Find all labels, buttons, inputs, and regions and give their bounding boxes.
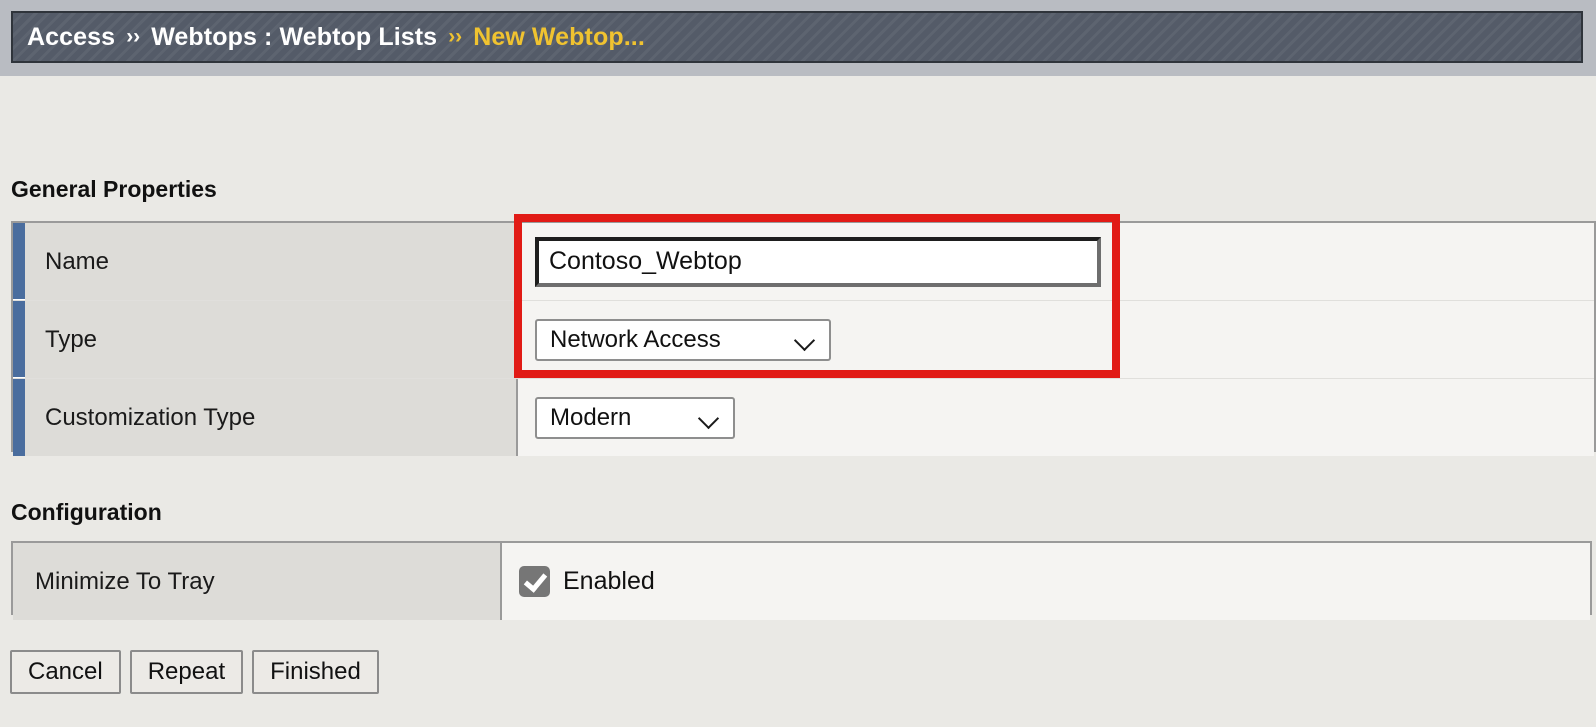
chevron-down-icon <box>795 333 817 346</box>
row-label-customization-type: Customization Type <box>25 379 518 456</box>
row-value-customization-type: Modern <box>518 379 1594 456</box>
checkmark-icon[interactable] <box>519 566 550 597</box>
breadcrumb: Access ›› Webtops : Webtop Lists ›› New … <box>11 11 1583 63</box>
minimize-to-tray-checkbox-label: Enabled <box>563 567 655 595</box>
breadcrumb-separator: ›› <box>126 25 141 48</box>
row-value-type: Network Access <box>518 301 1594 378</box>
row-accent-bar <box>13 301 25 378</box>
minimize-to-tray-checkbox-group[interactable]: Enabled <box>519 566 655 597</box>
section-title-general-properties: General Properties <box>11 176 217 202</box>
type-select-value: Network Access <box>550 325 721 353</box>
type-select[interactable]: Network Access <box>535 318 831 361</box>
row-label-minimize-to-tray: Minimize To Tray <box>13 543 502 620</box>
general-properties-table: Name Type Network Access Customization T… <box>11 221 1596 456</box>
configuration-table: Minimize To Tray Enabled <box>11 541 1592 620</box>
breadcrumb-header: Access ›› Webtops : Webtop Lists ›› New … <box>0 0 1596 76</box>
row-accent-bar <box>13 223 25 300</box>
table-row: Minimize To Tray Enabled <box>13 543 1590 620</box>
breadcrumb-separator: ›› <box>448 25 463 48</box>
breadcrumb-item-new-webtop: New Webtop... <box>473 22 645 51</box>
table-row: Type Network Access <box>13 301 1594 379</box>
row-label-name: Name <box>25 223 518 300</box>
breadcrumb-item-webtop-lists[interactable]: Webtops : Webtop Lists <box>151 23 437 52</box>
row-label-type: Type <box>25 301 518 378</box>
breadcrumb-item-access[interactable]: Access <box>27 23 115 52</box>
row-value-minimize-to-tray: Enabled <box>502 543 1590 620</box>
finished-button[interactable]: Finished <box>252 650 379 694</box>
cancel-button[interactable]: Cancel <box>10 650 121 694</box>
name-input[interactable] <box>535 236 1101 287</box>
chevron-down-icon <box>699 411 721 424</box>
customization-type-select-value: Modern <box>550 403 632 431</box>
button-bar: Cancel Repeat Finished <box>10 650 379 694</box>
customization-type-select[interactable]: Modern <box>535 396 735 439</box>
row-value-name <box>518 223 1594 300</box>
table-row: Customization Type Modern <box>13 379 1594 456</box>
repeat-button[interactable]: Repeat <box>129 650 244 694</box>
row-accent-bar <box>13 379 25 456</box>
section-title-configuration: Configuration <box>11 499 162 525</box>
table-row: Name <box>13 223 1594 301</box>
